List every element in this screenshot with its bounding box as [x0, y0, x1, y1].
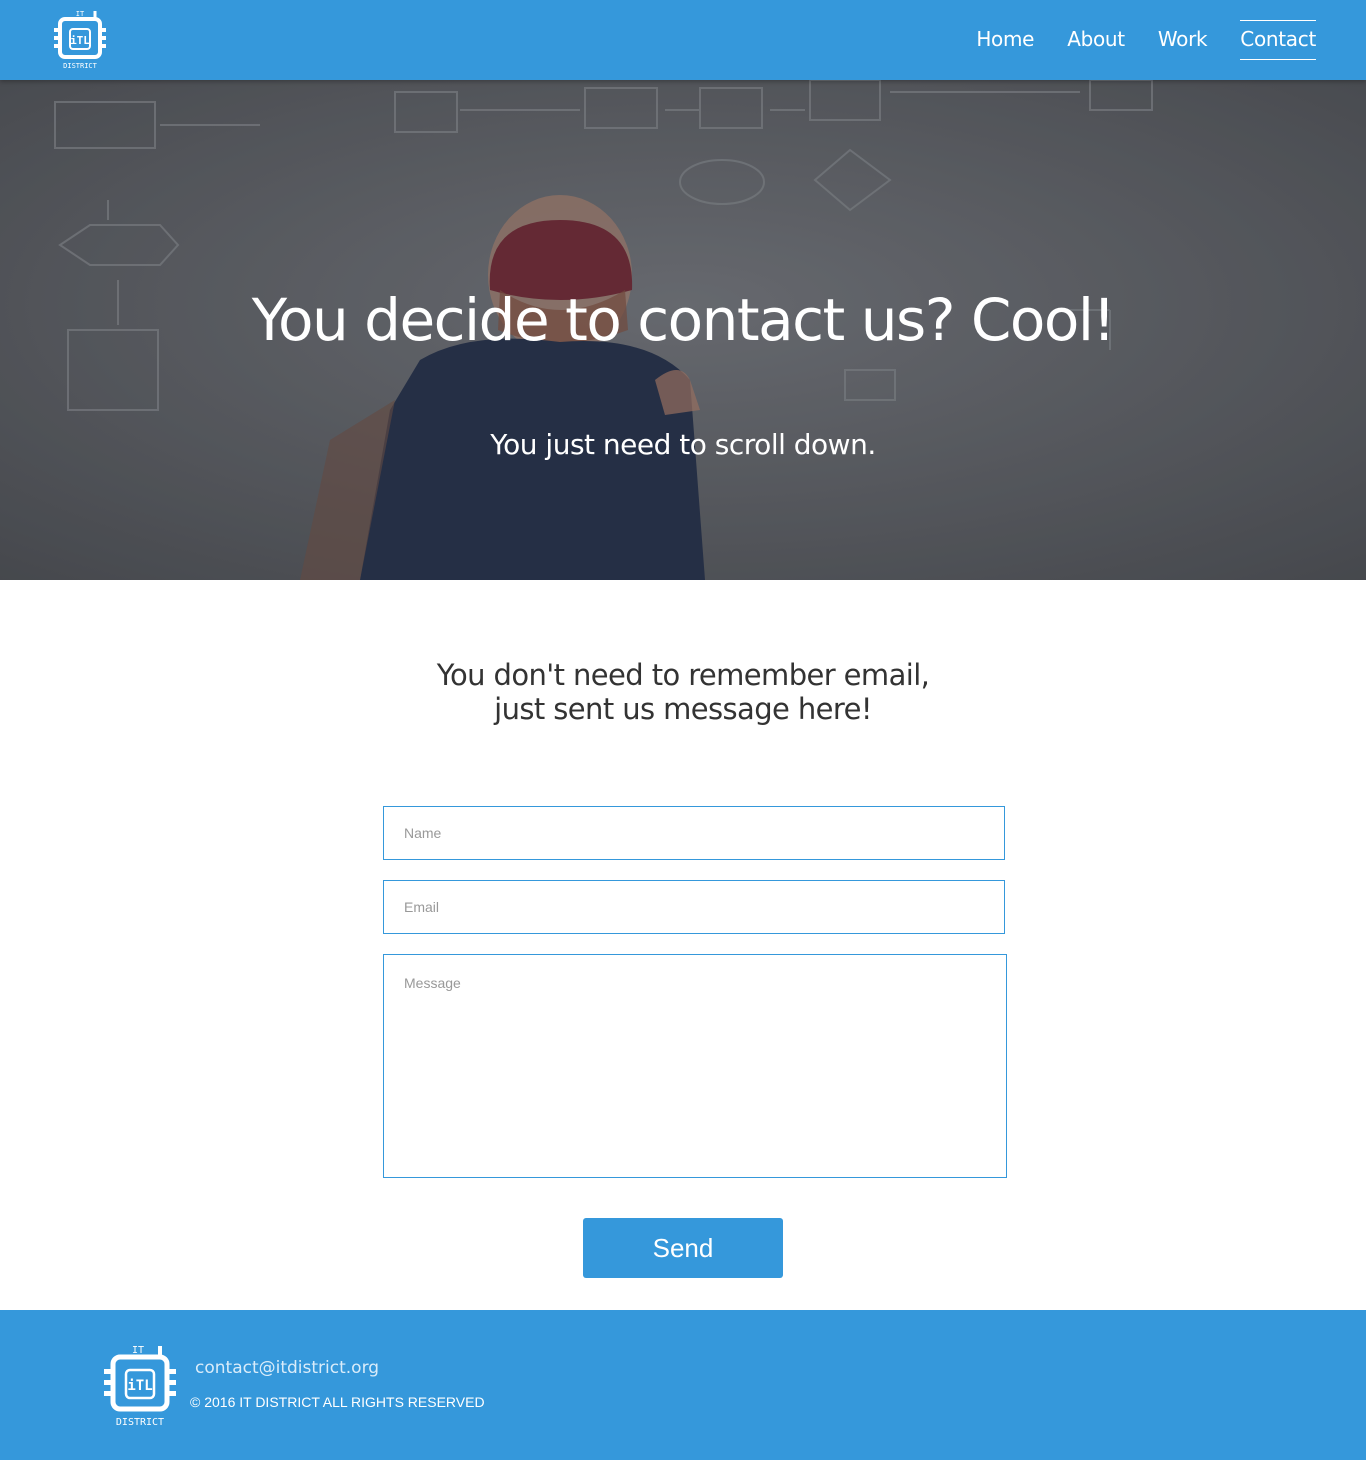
svg-text:iTL: iTL	[127, 1378, 152, 1394]
nav-work[interactable]: Work	[1158, 20, 1208, 60]
nav-about[interactable]: About	[1067, 20, 1125, 60]
hero-section: You decide to contact us? Cool! You just…	[0, 80, 1366, 580]
email-input[interactable]	[383, 880, 1005, 934]
footer-email-link[interactable]: contact@itdistrict.org	[195, 1358, 379, 1378]
main-nav: Home About Work Contact	[943, 0, 1316, 80]
hero-title: You decide to contact us? Cool!	[251, 286, 1116, 354]
contact-intro-line1: You don't need to remember email,	[436, 658, 930, 692]
name-input[interactable]	[383, 806, 1005, 860]
svg-text:iTL: iTL	[70, 34, 90, 47]
contact-intro-line2: just sent us message here!	[494, 692, 872, 726]
svg-text:IT: IT	[132, 1345, 144, 1356]
svg-text:DISTRICT: DISTRICT	[116, 1417, 164, 1428]
send-button[interactable]: Send	[583, 1218, 783, 1278]
hero-subtitle: You just need to scroll down.	[490, 428, 876, 461]
footer-copyright: © 2016 IT DISTRICT ALL RIGHTS RESERVED	[190, 1394, 485, 1410]
nav-home[interactable]: Home	[976, 20, 1034, 60]
contact-intro: You don't need to remember email, just s…	[0, 658, 1366, 726]
footer-it-district-logo: iTL IT DISTRICT	[104, 1345, 176, 1428]
svg-text:IT: IT	[76, 10, 85, 18]
message-textarea[interactable]	[383, 954, 1007, 1178]
svg-text:DISTRICT: DISTRICT	[63, 62, 98, 70]
site-footer: iTL IT DISTRICT contact@itdistrict.org ©…	[0, 1310, 1366, 1460]
nav-contact[interactable]: Contact	[1240, 20, 1316, 60]
site-header: iTL IT DISTRICT Home About Work Contact	[0, 0, 1366, 80]
it-district-logo[interactable]: iTL IT DISTRICT	[52, 9, 108, 71]
